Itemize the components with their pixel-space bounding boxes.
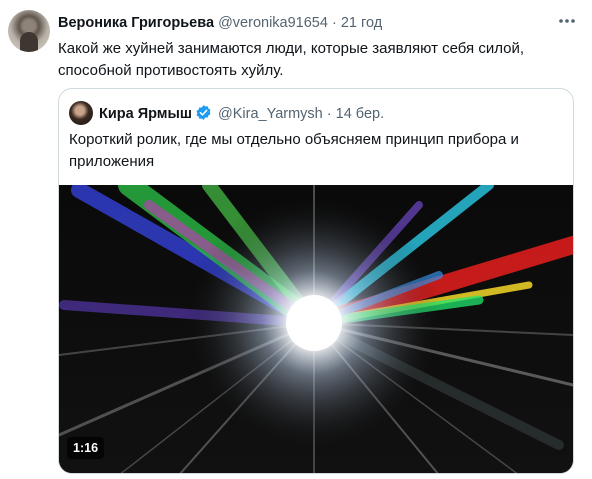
quoted-author-name: Кира Ярмыш [99,106,192,122]
quoted-separator-dot: · [326,106,332,122]
more-options-icon[interactable] [556,12,578,30]
separator-dot: · [331,15,337,31]
quoted-tweet-card[interactable]: Кира Ярмыш @Kira_Yarmysh · 14 бер. Корот… [58,88,574,474]
quoted-tweet-header: Кира Ярмыш @Kira_Yarmysh · 14 бер. [99,104,384,123]
quoted-tweet-time: 14 бер. [335,106,385,122]
quoted-author-avatar [69,101,93,125]
video-duration-badge: 1:16 [67,437,105,459]
author-avatar[interactable] [8,10,50,52]
tweet[interactable]: Вероника Григорьева @veronika91654 · 21 … [0,0,592,479]
video-player[interactable]: 1:16 [59,185,573,473]
quoted-tweet-text: Короткий ролик, где мы отдельно объясняе… [69,131,519,170]
video-thumbnail [59,185,573,473]
quoted-author-handle: @Kira_Yarmysh [218,106,323,122]
tweet-time[interactable]: 21 год [341,15,382,31]
verified-badge-icon [196,105,211,120]
author-handle[interactable]: @veronika91654 [218,15,328,31]
author-name[interactable]: Вероника Григорьева [58,15,214,31]
tweet-header: Вероника Григорьева @veronika91654 · 21 … [58,14,382,32]
tweet-text: Какой же хуйней занимаются люди, которые… [58,40,525,79]
